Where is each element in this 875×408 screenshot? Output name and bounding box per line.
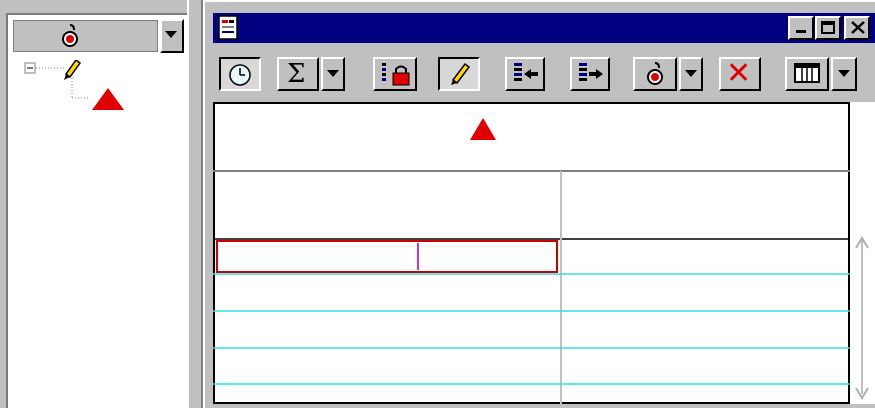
chevron-down-icon (165, 31, 177, 38)
chevron-down-icon (685, 70, 697, 77)
element-selector-field[interactable] (13, 20, 158, 52)
row-lines (213, 273, 850, 385)
minimize-icon (796, 30, 806, 33)
tree-expander-icon[interactable] (24, 62, 36, 74)
title-bar[interactable] (213, 13, 875, 43)
red-triangle-icon[interactable] (92, 88, 124, 110)
chevron-down-icon (327, 70, 339, 77)
chevron-down-icon (838, 70, 850, 77)
delete-icon: ✕ (726, 56, 752, 91)
tree-view[interactable] (24, 60, 134, 120)
columns-icon (794, 63, 820, 83)
insert-before-icon (514, 63, 538, 81)
bomb-icon (647, 62, 663, 85)
lock-icon (382, 63, 410, 86)
red-triangle-icon (470, 118, 496, 140)
document-icon[interactable] (217, 15, 241, 41)
maximize-icon (821, 21, 835, 34)
pencil-icon (451, 62, 471, 85)
vertical-scroll-indicator[interactable] (850, 232, 875, 404)
splitter[interactable] (187, 0, 203, 408)
grid-canvas[interactable] (213, 102, 850, 404)
sigma-icon: Σ (287, 59, 306, 89)
pencil-icon (64, 60, 82, 80)
insert-after-icon (579, 63, 603, 81)
selected-cell[interactable] (216, 240, 558, 273)
minimize-button[interactable] (788, 16, 814, 40)
bomb-icon (62, 24, 78, 47)
close-icon (851, 21, 865, 34)
clock-icon (229, 64, 251, 86)
